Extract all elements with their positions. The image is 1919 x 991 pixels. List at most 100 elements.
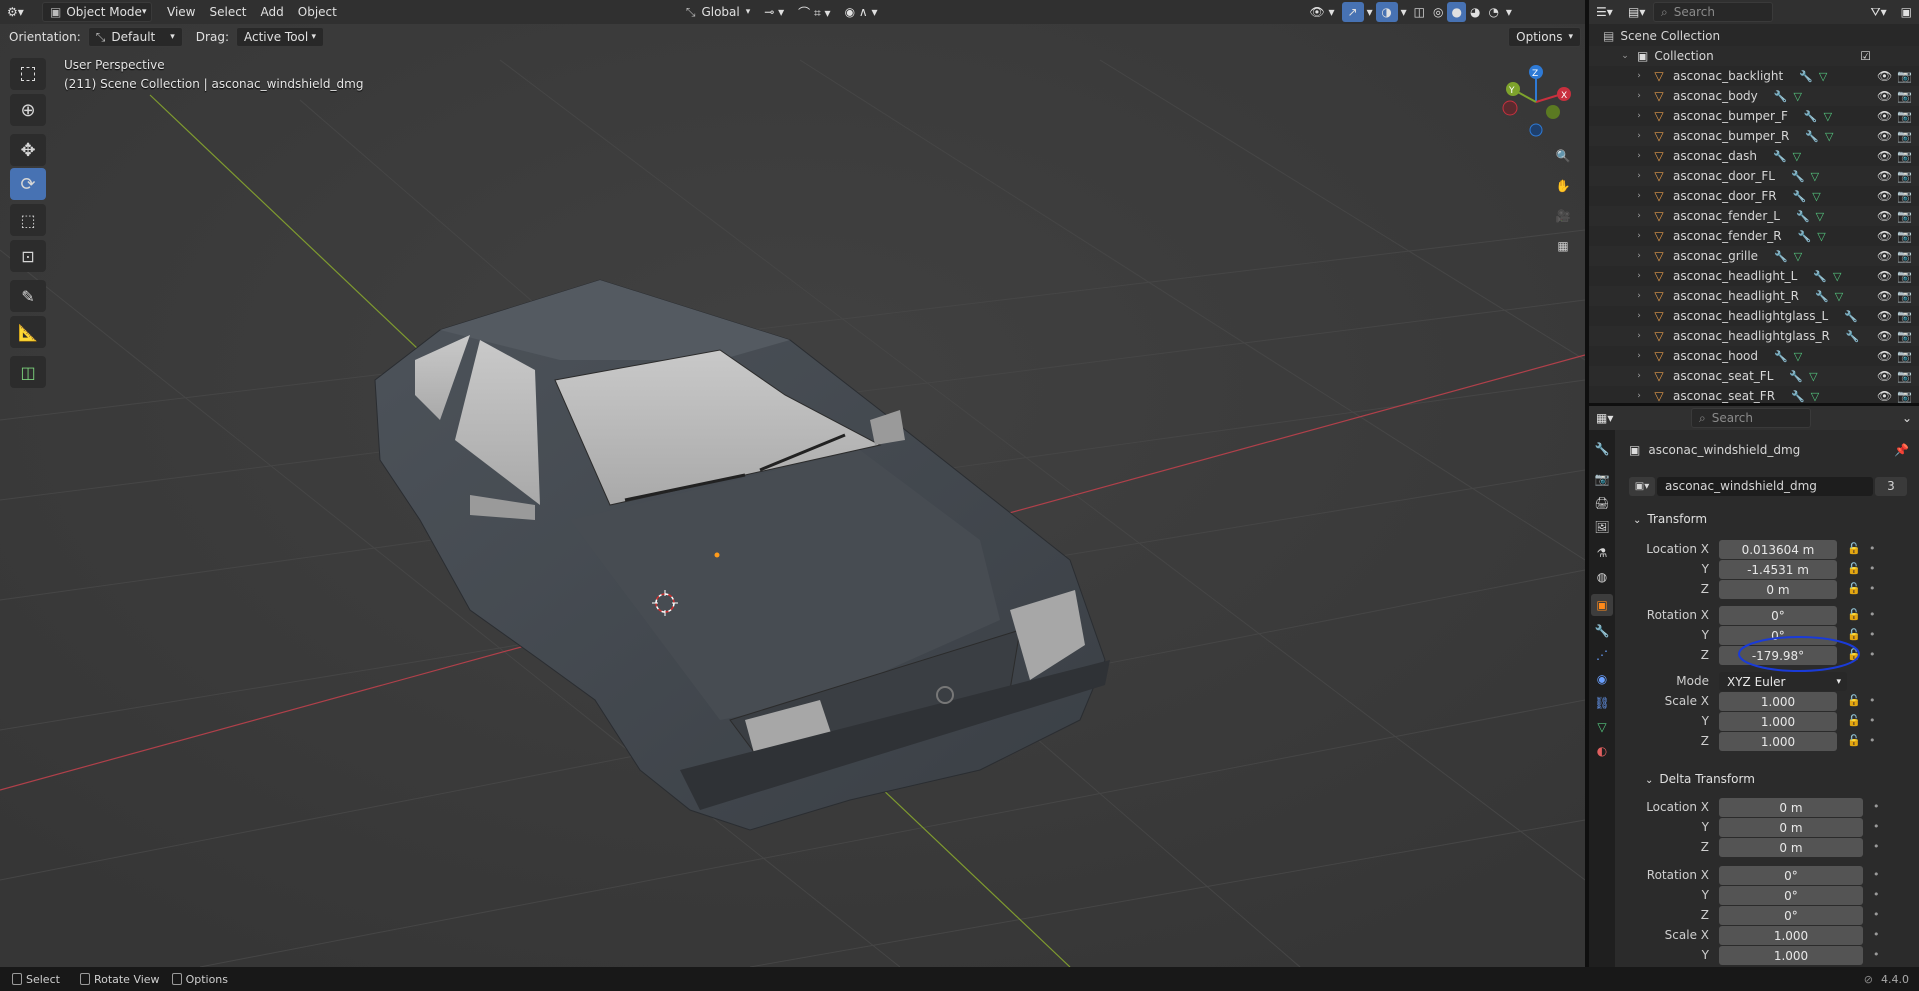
- camera-render-icon[interactable]: 📷: [1897, 129, 1912, 143]
- expand-icon[interactable]: ›: [1633, 171, 1645, 181]
- modifier-wrench-icon[interactable]: 🔧: [1813, 270, 1827, 283]
- 3d-viewport[interactable]: ⚙▾ ▣ Object Mode ▾ View Select Add Object …: [0, 0, 1585, 967]
- delta-rotation-y-field[interactable]: 0°: [1719, 886, 1863, 905]
- display-mode-icon[interactable]: ▤▾: [1621, 2, 1653, 22]
- keyframe-dot-icon[interactable]: •: [1873, 888, 1880, 901]
- annotate-tool[interactable]: ✎: [10, 280, 46, 312]
- eye-icon[interactable]: 👁: [1877, 89, 1892, 103]
- menu-select[interactable]: Select: [202, 2, 253, 22]
- orientation-dropdown[interactable]: ⤡ Default ▾: [87, 27, 183, 47]
- delta-scale-x-field[interactable]: 1.000: [1719, 926, 1863, 945]
- properties-editor-icon[interactable]: ▦▾: [1589, 408, 1621, 428]
- camera-render-icon[interactable]: 📷: [1897, 209, 1912, 223]
- keyframe-dot-icon[interactable]: •: [1873, 928, 1880, 941]
- expand-icon[interactable]: ›: [1633, 191, 1645, 201]
- expand-icon[interactable]: ›: [1633, 371, 1645, 381]
- scale-y-field[interactable]: 1.000: [1719, 712, 1837, 731]
- transform-orientation-dropdown[interactable]: ⤡ Global ▾: [679, 2, 757, 22]
- outliner-item[interactable]: › ▽ asconac_seat_FR 🔧 ▽ 👁 📷: [1589, 386, 1919, 406]
- mesh-data-icon[interactable]: ▽: [1817, 230, 1825, 243]
- overlay-dropdown-icon[interactable]: ▾: [1398, 2, 1410, 22]
- expand-icon[interactable]: ›: [1633, 91, 1645, 101]
- outliner-item[interactable]: › ▽ asconac_hood 🔧 ▽ 👁 📷: [1589, 346, 1919, 366]
- mesh-data-icon[interactable]: ▽: [1816, 210, 1824, 223]
- datablock-name-field[interactable]: asconac_windshield_dmg: [1657, 476, 1873, 496]
- scene-collection-row[interactable]: ▤ Scene Collection: [1589, 26, 1919, 46]
- expand-icon[interactable]: ›: [1633, 131, 1645, 141]
- mesh-data-icon[interactable]: ▽: [1824, 110, 1832, 123]
- outliner-item[interactable]: › ▽ asconac_door_FL 🔧 ▽ 👁 📷: [1589, 166, 1919, 186]
- expand-icon[interactable]: ›: [1633, 71, 1645, 81]
- keyframe-dot-icon[interactable]: •: [1869, 734, 1876, 747]
- outliner-item[interactable]: › ▽ asconac_grille 🔧 ▽ 👁 📷: [1589, 246, 1919, 266]
- render-tab-icon[interactable]: 📷: [1591, 468, 1613, 490]
- expand-icon[interactable]: ›: [1633, 311, 1645, 321]
- move-tool[interactable]: ✥: [10, 134, 46, 166]
- gizmo-toggle-icon[interactable]: ↗: [1341, 2, 1364, 22]
- modifier-tab-icon[interactable]: 🔧: [1591, 620, 1613, 642]
- mesh-data-icon[interactable]: ▽: [1793, 150, 1801, 163]
- material-shading-icon[interactable]: ◕: [1466, 2, 1484, 22]
- eye-icon[interactable]: 👁: [1877, 209, 1892, 223]
- eye-icon[interactable]: 👁: [1877, 109, 1892, 123]
- outliner-item[interactable]: › ▽ asconac_fender_R 🔧 ▽ 👁 📷: [1589, 226, 1919, 246]
- location-x-field[interactable]: 0.013604 m: [1719, 540, 1837, 559]
- transform-tool[interactable]: ⊡: [10, 240, 46, 272]
- outliner-search-input[interactable]: ⌕ Search: [1653, 2, 1773, 22]
- mesh-data-icon[interactable]: ▽: [1794, 350, 1802, 363]
- keyframe-dot-icon[interactable]: •: [1873, 908, 1880, 921]
- camera-render-icon[interactable]: 📷: [1897, 289, 1912, 303]
- outliner-item[interactable]: › ▽ asconac_bumper_F 🔧 ▽ 👁 📷: [1589, 106, 1919, 126]
- delta-scale-y-field[interactable]: 1.000: [1719, 946, 1863, 965]
- collapse-icon[interactable]: ⌄: [1619, 51, 1631, 61]
- physics-tab-icon[interactable]: ◉: [1591, 668, 1613, 690]
- camera-icon[interactable]: 🎥: [1550, 203, 1576, 229]
- expand-icon[interactable]: ›: [1633, 251, 1645, 261]
- modifier-wrench-icon[interactable]: 🔧: [1799, 70, 1813, 83]
- overlay-toggle-icon[interactable]: ◑: [1375, 2, 1398, 22]
- mesh-data-icon[interactable]: ▽: [1809, 370, 1817, 383]
- select-box-tool[interactable]: [10, 58, 46, 90]
- delta-location-x-field[interactable]: 0 m: [1719, 798, 1863, 817]
- transform-section-header[interactable]: ⌄ Transform: [1633, 512, 1707, 526]
- keyframe-dot-icon[interactable]: •: [1869, 562, 1876, 575]
- outliner-item[interactable]: › ▽ asconac_headlightglass_L 🔧 👁 📷: [1589, 306, 1919, 326]
- location-z-field[interactable]: 0 m: [1719, 580, 1837, 599]
- checkbox-icon[interactable]: ☑: [1860, 49, 1871, 63]
- eye-icon[interactable]: 👁: [1877, 369, 1892, 383]
- keyframe-dot-icon[interactable]: •: [1873, 948, 1880, 961]
- camera-render-icon[interactable]: 📷: [1897, 69, 1912, 83]
- eye-icon[interactable]: 👁: [1877, 129, 1892, 143]
- pivot-icon[interactable]: ⊸ ▾: [757, 2, 791, 22]
- lock-icon[interactable]: 🔓: [1847, 582, 1861, 595]
- keyframe-dot-icon[interactable]: •: [1869, 628, 1876, 641]
- camera-render-icon[interactable]: 📷: [1897, 249, 1912, 263]
- lock-icon[interactable]: 🔓: [1847, 608, 1861, 621]
- eye-icon[interactable]: 👁: [1877, 249, 1892, 263]
- menu-add[interactable]: Add: [254, 2, 291, 22]
- visibility-icon[interactable]: 👁 ▾: [1303, 2, 1342, 22]
- modifier-wrench-icon[interactable]: 🔧: [1796, 210, 1810, 223]
- camera-render-icon[interactable]: 📷: [1897, 269, 1912, 283]
- mesh-data-icon[interactable]: ▽: [1825, 130, 1833, 143]
- eye-icon[interactable]: 👁: [1877, 329, 1892, 343]
- expand-icon[interactable]: ›: [1633, 351, 1645, 361]
- lock-icon[interactable]: 🔓: [1847, 694, 1861, 707]
- eye-icon[interactable]: 👁: [1877, 289, 1892, 303]
- shading-dropdown-icon[interactable]: ▾: [1503, 2, 1515, 22]
- output-tab-icon[interactable]: 🖨: [1591, 492, 1613, 514]
- lock-icon[interactable]: 🔓: [1847, 562, 1861, 575]
- delta-rotation-x-field[interactable]: 0°: [1719, 866, 1863, 885]
- modifier-wrench-icon[interactable]: 🔧: [1844, 310, 1858, 323]
- camera-render-icon[interactable]: 📷: [1897, 89, 1912, 103]
- modifier-wrench-icon[interactable]: 🔧: [1774, 350, 1788, 363]
- outliner-item[interactable]: › ▽ asconac_dash 🔧 ▽ 👁 📷: [1589, 146, 1919, 166]
- mesh-data-icon[interactable]: ▽: [1811, 170, 1819, 183]
- xray-icon[interactable]: ◫: [1410, 2, 1429, 22]
- wireframe-shading-icon[interactable]: ◎: [1429, 2, 1447, 22]
- rotate-tool[interactable]: ⟳: [10, 168, 46, 200]
- snap-icon[interactable]: ⌒ ⌗ ▾: [791, 2, 837, 22]
- scene-tab-icon[interactable]: ⚗: [1591, 542, 1613, 564]
- modifier-wrench-icon[interactable]: 🔧: [1798, 230, 1812, 243]
- tool-tab-icon[interactable]: 🔧: [1591, 438, 1613, 460]
